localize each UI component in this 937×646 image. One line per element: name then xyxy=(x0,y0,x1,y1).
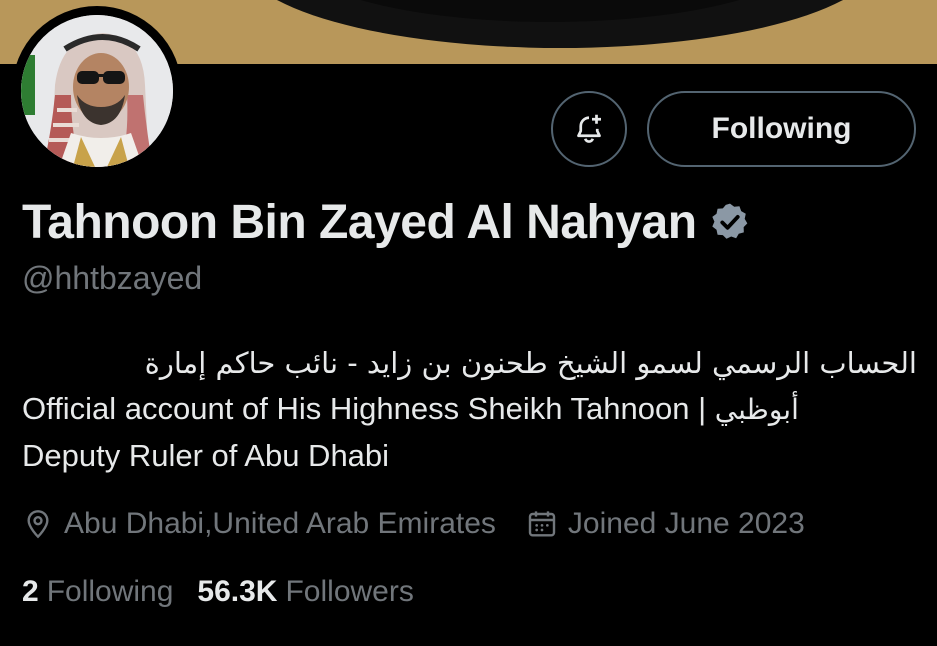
bio-english-line-2: Deputy Ruler of Abu Dhabi xyxy=(22,438,390,473)
location-item: Abu Dhabi,United Arab Emirates xyxy=(22,507,496,541)
avatar-image xyxy=(21,15,173,167)
profile-stats: 2 Following 56.3K Followers xyxy=(22,572,414,612)
following-count: 2 xyxy=(22,575,39,608)
joined-text: Joined June 2023 xyxy=(567,507,805,540)
avatar[interactable] xyxy=(21,15,173,167)
followers-label: Followers xyxy=(285,575,414,608)
location-pin-icon xyxy=(27,510,49,539)
following-button[interactable]: Following xyxy=(647,91,916,167)
bio-english-line-1: Official account of His Highness Sheikh … xyxy=(22,386,917,433)
profile-meta: Abu Dhabi,United Arab Emirates Joined Ju… xyxy=(22,504,805,544)
calendar-icon xyxy=(528,511,556,537)
bio-arabic-tail: أبوظبي xyxy=(714,393,799,426)
profile-handle: @hhtbzayed xyxy=(22,260,203,296)
bell-plus-icon xyxy=(577,114,601,143)
bio-arabic-line: الحساب الرسمي لسمو الشيخ طحنون بن زايد -… xyxy=(144,346,917,380)
joined-item: Joined June 2023 xyxy=(526,507,805,541)
following-label: Following xyxy=(46,575,174,608)
bio-english-text: Official account of His Highness Sheikh … xyxy=(22,391,715,426)
verified-badge-icon[interactable] xyxy=(709,201,751,243)
location-text: Abu Dhabi,United Arab Emirates xyxy=(64,507,496,540)
followers-stat-link[interactable]: 56.3K Followers xyxy=(197,575,413,609)
followers-count: 56.3K xyxy=(197,575,278,608)
following-button-label: Following xyxy=(711,112,852,145)
notifications-button[interactable] xyxy=(551,91,627,167)
following-stat-link[interactable]: 2 Following xyxy=(22,575,173,609)
profile-name-row: Tahnoon Bin Zayed Al Nahyan xyxy=(22,192,751,252)
profile-name: Tahnoon Bin Zayed Al Nahyan xyxy=(22,195,697,249)
profile-bio: الحساب الرسمي لسمو الشيخ طحنون بن زايد -… xyxy=(22,340,917,479)
